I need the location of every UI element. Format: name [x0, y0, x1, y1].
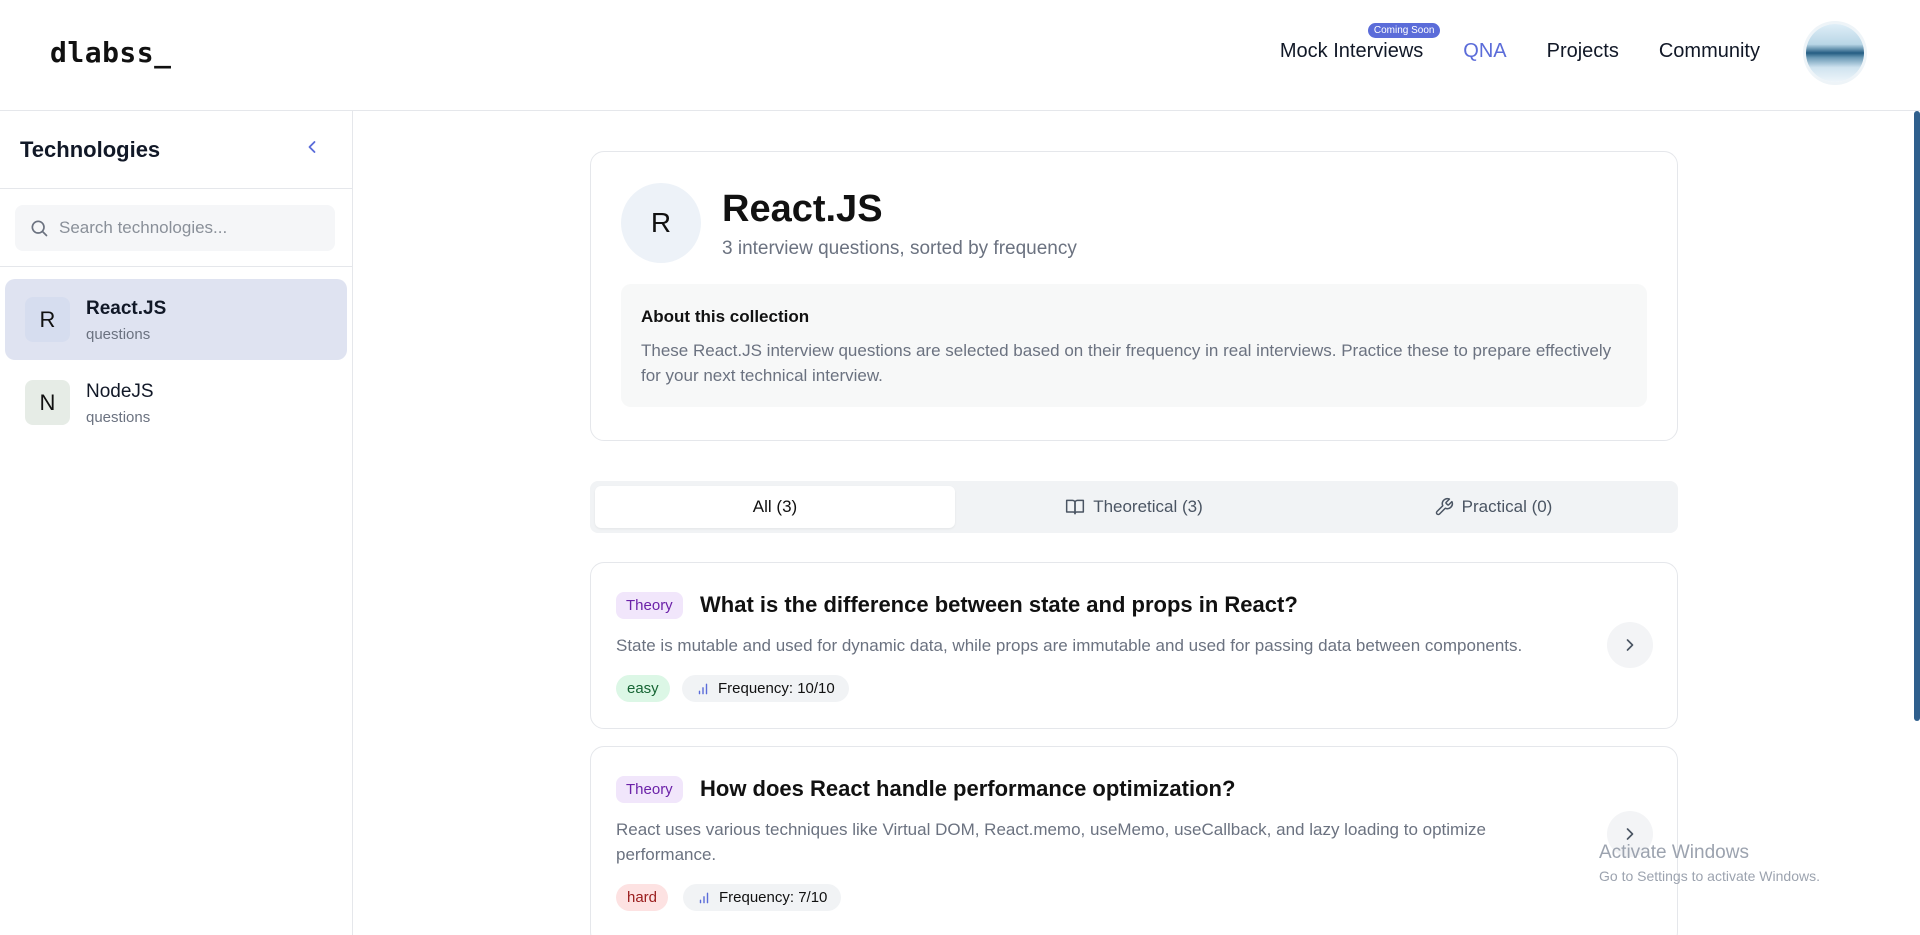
frequency-text: Frequency: 10/10: [718, 680, 835, 697]
collection-subtitle: 3 interview questions, sorted by frequen…: [722, 238, 1077, 259]
question-type-badge: Theory: [616, 776, 683, 803]
frequency-badge: Frequency: 10/10: [682, 675, 849, 702]
watermark-title: Activate Windows: [1599, 842, 1749, 863]
tech-initial-badge: N: [25, 380, 70, 425]
nav-qna[interactable]: QNA: [1463, 40, 1506, 63]
tab-practical-label: Practical (0): [1461, 497, 1553, 516]
tab-practical[interactable]: Practical (0): [1313, 486, 1673, 528]
site-logo[interactable]: dlabss_: [50, 36, 172, 69]
about-title: About this collection: [641, 307, 810, 326]
nav-mock-interviews[interactable]: Mock Interviews Coming Soon: [1279, 23, 1441, 63]
question-card[interactable]: Theory What is the difference between st…: [590, 562, 1678, 729]
main-content: R React.JS 3 interview questions, sorted…: [353, 111, 1920, 935]
sidebar-header: Technologies: [0, 111, 352, 189]
nav-mock-interviews-label: Mock Interviews: [1279, 40, 1424, 62]
sidebar-title: Technologies: [20, 137, 161, 162]
collapse-sidebar-button[interactable]: [300, 137, 324, 161]
tab-all-label: All (3): [752, 497, 798, 516]
search-technologies-input[interactable]: [59, 205, 329, 251]
page-scrollbar[interactable]: [1914, 111, 1920, 721]
wrench-icon: [1435, 497, 1453, 516]
question-title: What is the difference between state and…: [700, 592, 1298, 617]
sidebar-item-nodejs[interactable]: N NodeJS questions: [5, 362, 347, 443]
about-collection-box: About this collection These React.JS int…: [621, 284, 1647, 407]
collection-initial-badge: R: [621, 183, 701, 263]
bar-chart-icon: [698, 683, 708, 694]
question-type-badge: Theory: [616, 592, 683, 619]
tech-initial-badge: R: [25, 297, 70, 342]
top-navbar: dlabss_ Mock Interviews Coming Soon QNA …: [0, 0, 1920, 111]
book-icon: [1066, 499, 1085, 515]
nav-projects[interactable]: Projects: [1547, 40, 1619, 63]
frequency-text: Frequency: 7/10: [719, 889, 828, 906]
question-answer: React uses various techniques like Virtu…: [616, 820, 1486, 864]
question-answer: State is mutable and used for dynamic da…: [616, 636, 1523, 655]
technology-list: R React.JS questions N NodeJS questions: [0, 267, 352, 443]
collection-title: React.JS: [722, 188, 883, 230]
difficulty-badge: hard: [616, 884, 669, 911]
question-card[interactable]: Theory How does React handle performance…: [590, 746, 1678, 935]
question-title: How does React handle performance optimi…: [700, 776, 1236, 801]
tech-subtitle: questions: [86, 409, 151, 426]
open-question-button[interactable]: [1607, 622, 1653, 668]
collection-header-card: R React.JS 3 interview questions, sorted…: [590, 151, 1678, 441]
technologies-sidebar: Technologies R React.JS questions N Node…: [0, 111, 353, 935]
sidebar-item-reactjs[interactable]: R React.JS questions: [5, 279, 347, 360]
sidebar-search-section: [0, 189, 352, 267]
tab-all[interactable]: All (3): [595, 486, 955, 528]
tech-subtitle: questions: [86, 326, 151, 343]
difficulty-badge: easy: [616, 675, 670, 702]
main-nav: Mock Interviews Coming Soon QNA Projects…: [1279, 23, 1760, 63]
chevron-right-icon: [1626, 639, 1634, 651]
frequency-badge: Frequency: 7/10: [683, 884, 842, 911]
technology-search-box: [15, 205, 335, 251]
question-type-tabs: All (3) Theoretical (3) Practical (0): [590, 481, 1678, 533]
chevron-right-icon: [1626, 828, 1634, 840]
watermark-subtitle: Go to Settings to activate Windows.: [1599, 868, 1820, 884]
chevron-left-icon: [308, 141, 316, 153]
tab-theoretical-label: Theoretical (3): [1093, 497, 1203, 516]
bar-chart-icon: [699, 892, 709, 903]
user-avatar[interactable]: [1806, 24, 1864, 82]
about-text: These React.JS interview questions are s…: [641, 341, 1612, 385]
nav-community[interactable]: Community: [1659, 40, 1760, 63]
tech-name: React.JS: [86, 298, 167, 319]
tab-theoretical[interactable]: Theoretical (3): [955, 486, 1313, 528]
search-icon: [31, 220, 48, 237]
windows-activation-watermark: Activate Windows Go to Settings to activ…: [1599, 842, 1820, 884]
coming-soon-badge: Coming Soon: [1367, 23, 1441, 38]
tech-name: NodeJS: [86, 381, 154, 402]
